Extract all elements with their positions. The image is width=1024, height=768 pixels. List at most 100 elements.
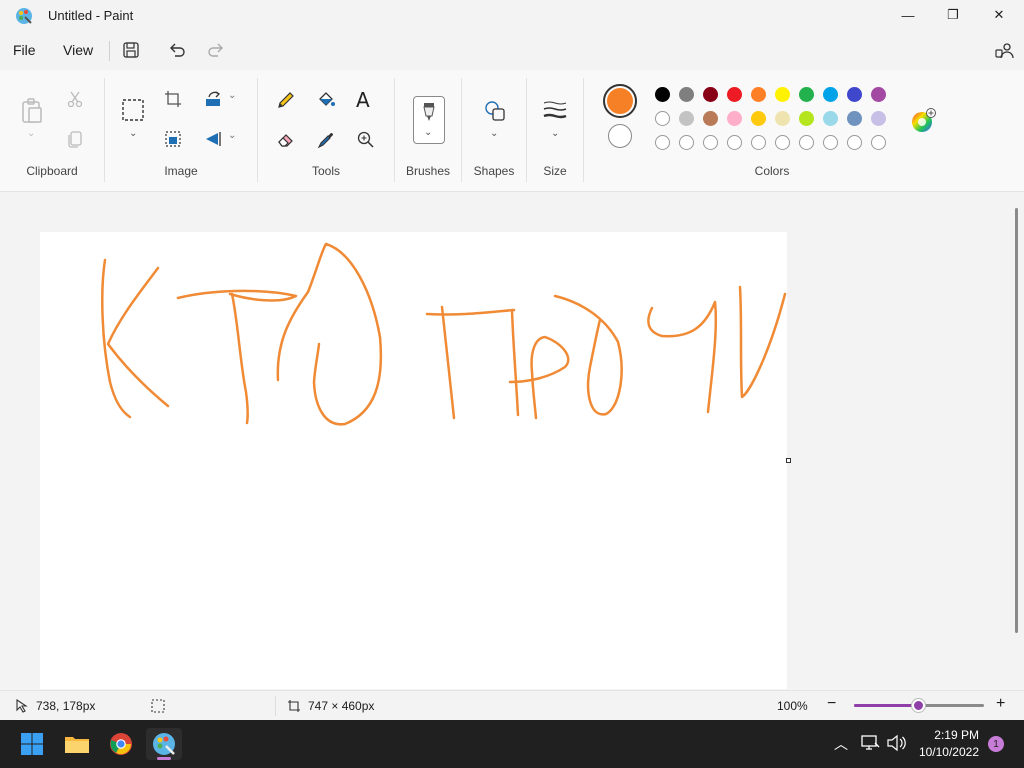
palette-swatch[interactable] (847, 87, 862, 102)
rotate-chevron-icon[interactable]: ⌄ (228, 90, 236, 101)
palette-swatch[interactable] (871, 87, 886, 102)
volume-icon[interactable] (886, 734, 906, 757)
palette-swatch[interactable] (871, 111, 886, 126)
palette-swatch[interactable] (703, 111, 718, 126)
paint-taskbar-button[interactable] (146, 728, 182, 760)
minimize-button[interactable]: — (885, 0, 931, 30)
palette-swatch[interactable] (775, 111, 790, 126)
palette-swatch[interactable] (679, 111, 694, 126)
shapes-chevron-icon[interactable]: ⌄ (490, 128, 498, 139)
zoom-slider-thumb[interactable] (912, 699, 925, 712)
eraser-icon[interactable] (276, 130, 296, 155)
custom-color-slot[interactable] (775, 135, 790, 150)
select-rectangle-icon[interactable] (121, 98, 145, 127)
custom-color-slot[interactable] (847, 135, 862, 150)
close-button[interactable]: ✕ (976, 0, 1022, 30)
custom-color-slot[interactable] (655, 135, 670, 150)
undo-icon[interactable] (168, 41, 186, 64)
drawing-canvas[interactable] (40, 232, 787, 689)
color-palette (655, 87, 895, 153)
palette-swatch[interactable] (751, 87, 766, 102)
flip-chevron-icon[interactable]: ⌄ (228, 130, 236, 141)
chrome-button[interactable] (103, 728, 139, 760)
palette-swatch[interactable] (727, 87, 742, 102)
menu-file[interactable]: File (13, 42, 36, 58)
zoom-out-icon[interactable]: − (827, 695, 836, 713)
color-picker-icon[interactable] (316, 130, 336, 155)
palette-swatch[interactable] (655, 111, 670, 126)
crop-icon[interactable] (164, 90, 182, 113)
palette-swatch[interactable] (823, 111, 838, 126)
vertical-scrollbar[interactable] (1015, 208, 1018, 633)
paste-icon[interactable] (20, 98, 44, 129)
tools-label: Tools (311, 164, 340, 178)
notification-badge[interactable]: 1 (988, 736, 1004, 752)
handwritten-strokes (101, 242, 787, 426)
pencil-icon[interactable] (276, 90, 296, 115)
zoom-percent: 100% (777, 699, 808, 713)
paste-chevron-icon[interactable]: ⌄ (27, 128, 35, 139)
primary-color-button[interactable] (603, 84, 637, 118)
flip-icon[interactable] (204, 130, 222, 153)
zoom-slider[interactable] (854, 699, 984, 712)
palette-swatch[interactable] (847, 111, 862, 126)
select-chevron-icon[interactable]: ⌄ (129, 128, 137, 139)
palette-swatch[interactable] (727, 111, 742, 126)
palette-swatch[interactable] (799, 87, 814, 102)
clock-time[interactable]: 2:19 PM (917, 728, 979, 742)
cut-icon[interactable] (66, 90, 84, 113)
windows-icon (21, 733, 43, 755)
share-icon[interactable] (994, 41, 1014, 66)
colors-label: Colors (754, 164, 790, 178)
brushes-label: Brushes (405, 164, 451, 178)
palette-swatch[interactable] (775, 87, 790, 102)
cursor-position: 738, 178px (36, 699, 96, 713)
magnifier-icon[interactable] (356, 130, 376, 155)
menu-view[interactable]: View (63, 42, 93, 58)
stroke-size-icon[interactable] (543, 100, 567, 125)
custom-color-slot[interactable] (727, 135, 742, 150)
palette-swatch[interactable] (703, 87, 718, 102)
text-tool-icon[interactable]: A (356, 88, 370, 112)
ribbon: ⌄ Clipboard ⌄ ⌄ ⌄ Image A Tools ⌄ Brushe… (0, 70, 1024, 192)
clock-date[interactable]: 10/10/2022 (912, 745, 979, 759)
folder-icon (65, 737, 89, 753)
palette-swatch[interactable] (655, 87, 670, 102)
maximize-icon: ❐ (947, 7, 959, 22)
palette-swatch[interactable] (823, 87, 838, 102)
edit-colors-icon[interactable] (910, 108, 936, 139)
status-bar: 738, 178px 747 × 460px 100% − + (0, 690, 1024, 720)
maximize-button[interactable]: ❐ (930, 0, 976, 30)
copy-icon[interactable] (66, 130, 84, 153)
canvas-resize-handle[interactable] (786, 458, 791, 463)
palette-swatch[interactable] (799, 111, 814, 126)
redo-icon[interactable] (207, 41, 225, 64)
secondary-color-button[interactable] (608, 124, 632, 148)
size-label: Size (543, 164, 567, 178)
palette-swatch[interactable] (751, 111, 766, 126)
zoom-in-icon[interactable]: + (996, 695, 1005, 713)
custom-color-slot[interactable] (703, 135, 718, 150)
palette-swatch[interactable] (679, 87, 694, 102)
show-hidden-icons-icon[interactable]: ︿ (834, 734, 848, 754)
shapes-icon[interactable] (484, 100, 506, 127)
paint-app-icon (15, 7, 33, 25)
save-icon[interactable] (122, 41, 140, 64)
rotate-icon[interactable] (204, 90, 222, 113)
start-button[interactable] (14, 728, 50, 760)
network-icon[interactable] (860, 734, 880, 757)
custom-color-slot[interactable] (799, 135, 814, 150)
resize-icon[interactable] (164, 130, 182, 153)
custom-color-slot[interactable] (871, 135, 886, 150)
fill-bucket-icon[interactable] (316, 90, 336, 115)
brushes-group: ⌄ Brushes (395, 70, 461, 192)
custom-color-slot[interactable] (751, 135, 766, 150)
size-chevron-icon[interactable]: ⌄ (551, 128, 559, 139)
custom-color-slot[interactable] (679, 135, 694, 150)
file-explorer-button[interactable] (59, 728, 95, 760)
colors-group: Colors (584, 70, 1024, 192)
notification-count: 1 (993, 738, 999, 750)
custom-color-slot[interactable] (823, 135, 838, 150)
brushes-button[interactable]: ⌄ (413, 96, 445, 144)
chrome-icon (110, 733, 132, 755)
